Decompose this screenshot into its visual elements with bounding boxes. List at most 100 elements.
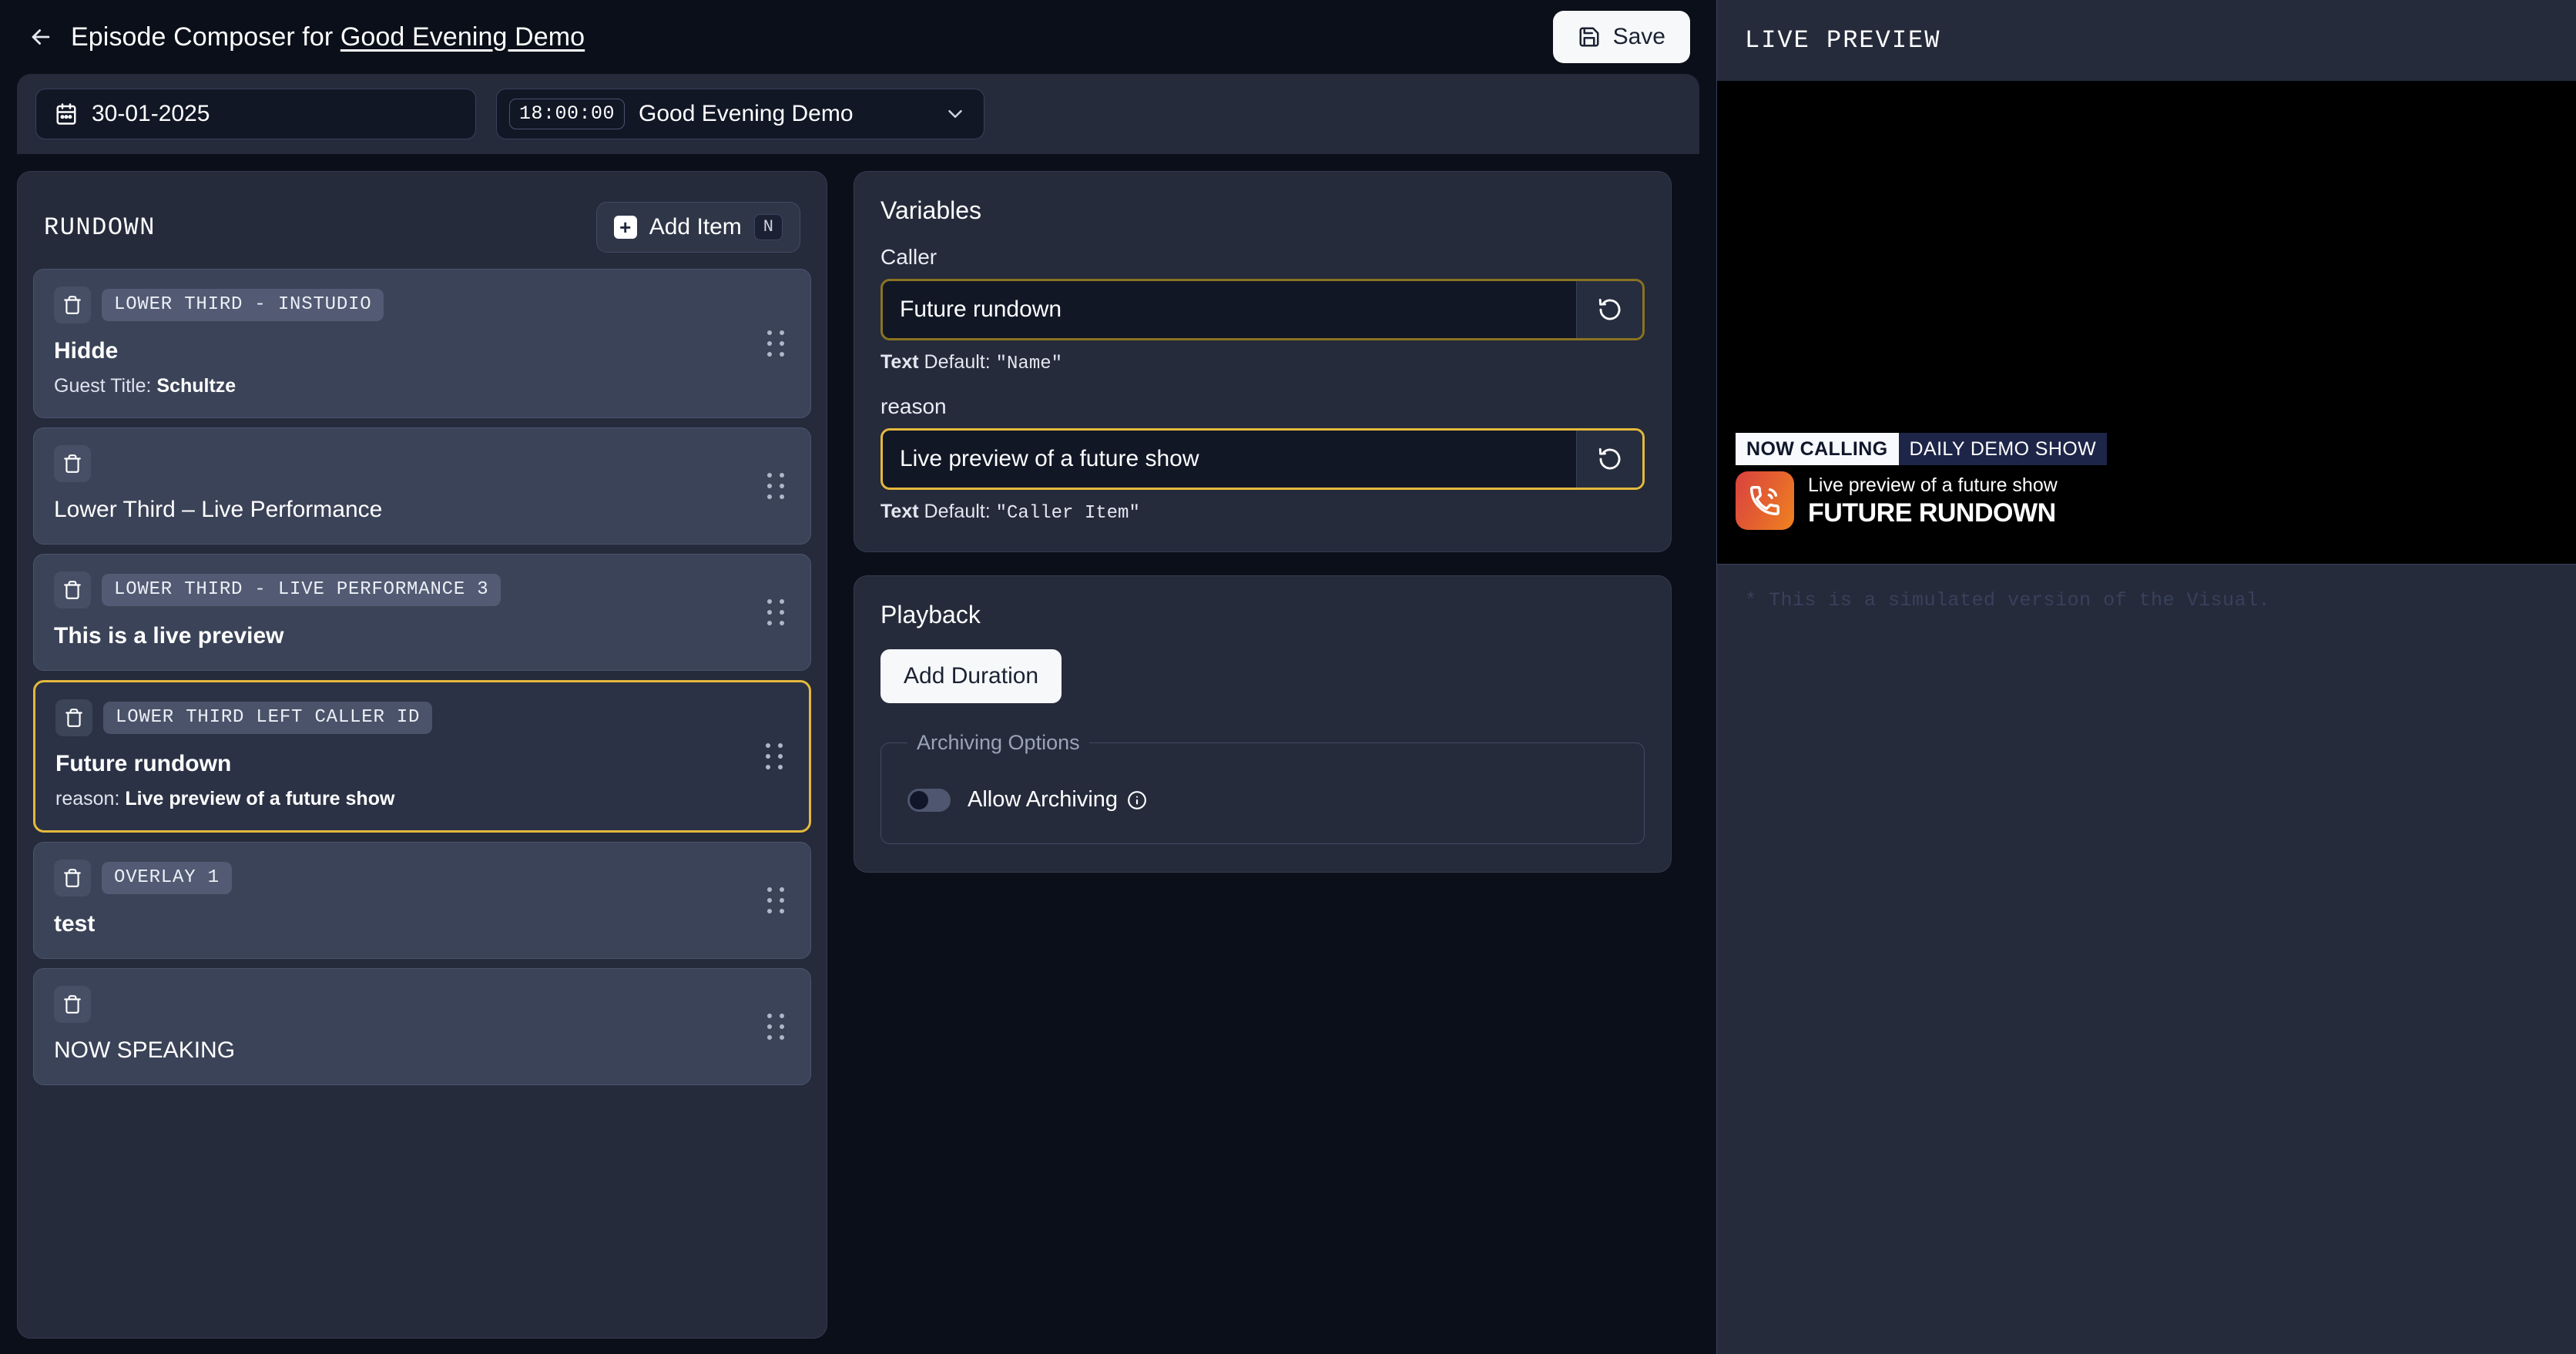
caller-id-name: FUTURE RUNDOWN [1808, 498, 2056, 528]
variable-label: Caller [880, 245, 937, 269]
variable-hint: Text Default: "Name" [880, 351, 1645, 374]
rundown-item-header [54, 445, 790, 482]
rundown-item-header [54, 986, 790, 1023]
variable-input-row [880, 279, 1645, 340]
allow-archiving-row: Allow Archiving [907, 787, 1618, 813]
add-item-shortcut-badge: N [753, 213, 783, 241]
episode-dropdown[interactable]: 18:00:00 Good Evening Demo [496, 89, 984, 139]
rundown-item-title: Lower Third – Live Performance [54, 497, 383, 522]
variable-field: reason Text Default: "Caller Item" [880, 394, 1645, 524]
allow-archiving-label-group: Allow Archiving [968, 787, 1147, 813]
archiving-options-legend: Archiving Options [917, 731, 1080, 754]
variables-fields: Caller Text Default: "Name" reason Text Def… [880, 245, 1645, 524]
rundown-item-header: OVERLAY 1 [54, 860, 790, 897]
page-title-prefix: Episode Composer for [71, 22, 340, 52]
playback-title: Playback [880, 601, 981, 628]
top-bar: Episode Composer for Good Evening Demo S… [0, 0, 1716, 74]
allow-archiving-label: Allow Archiving [968, 787, 1119, 812]
delete-item-button[interactable] [54, 287, 91, 323]
drag-handle-icon[interactable] [767, 887, 784, 913]
variable-input-row [880, 428, 1645, 490]
rundown-item-sub-value: Live preview of a future show [125, 788, 395, 809]
variable-hint-type: Text [880, 351, 919, 373]
drag-handle-icon[interactable] [767, 473, 784, 499]
main-column: Episode Composer for Good Evening Demo S… [0, 0, 1716, 1354]
reset-variable-button[interactable] [1576, 281, 1642, 338]
variables-title: Variables [880, 196, 982, 224]
rundown-item-title: This is a live preview [54, 623, 284, 649]
phone-ringing-icon [1736, 471, 1794, 530]
caller-id-graphic: NOW CALLING DAILY DEMO SHOW Live preview… [1736, 433, 2108, 530]
info-circle-icon[interactable] [1127, 790, 1147, 810]
rundown-panel: RUNDOWN + Add Item N LOWER THIRD - INSTU… [17, 171, 827, 1339]
variable-hint-default: "Caller Item" [995, 503, 1140, 524]
caller-id-text: Live preview of a future show FUTURE RUN… [1808, 474, 2058, 528]
rundown-title: RUNDOWN [44, 213, 156, 242]
variable-hint-default: "Name" [995, 354, 1063, 374]
caller-id-reason: Live preview of a future show [1808, 474, 2058, 496]
variable-hint: Text Default: "Caller Item" [880, 501, 1645, 524]
playback-card: Playback Add Duration Archiving Options … [854, 575, 1672, 873]
rundown-item-sub-value: Schultze [156, 375, 236, 397]
delete-item-button[interactable] [54, 986, 91, 1023]
calendar-icon [56, 103, 76, 125]
rundown-list: LOWER THIRD - INSTUDIO Hidde Guest Title: … [18, 256, 827, 1338]
drag-handle-icon[interactable] [767, 330, 784, 357]
drag-handle-icon[interactable] [766, 743, 783, 769]
variable-input[interactable] [883, 281, 1576, 338]
rundown-item-type-badge: OVERLAY 1 [102, 862, 232, 894]
rundown-item[interactable]: LOWER THIRD LEFT CALLER ID Future rundown… [33, 680, 811, 833]
preview-disclaimer: * This is a simulated version of the Vis… [1745, 589, 2271, 612]
rundown-item-sub-label: Guest Title: [54, 375, 157, 397]
rundown-item-type-badge: LOWER THIRD - INSTUDIO [102, 289, 384, 321]
variable-input[interactable] [883, 431, 1576, 488]
delete-item-button[interactable] [55, 699, 92, 736]
save-button-label: Save [1612, 24, 1665, 49]
rundown-item[interactable]: LOWER THIRD - LIVE PERFORMANCE 3 This is … [33, 554, 811, 671]
rundown-item-title: Hidde [54, 338, 119, 364]
add-item-label: Add Item [649, 214, 742, 240]
rundown-item-header: LOWER THIRD - LIVE PERFORMANCE 3 [54, 571, 790, 608]
save-button[interactable]: Save [1552, 11, 1690, 63]
drag-handle-icon[interactable] [767, 1014, 784, 1040]
details-column: Variables Caller Text Default: "Name" reas… [854, 171, 1672, 1354]
variable-hint-text: Default: [918, 351, 996, 373]
rundown-item-type-badge: LOWER THIRD LEFT CALLER ID [103, 702, 433, 734]
delete-item-button[interactable] [54, 571, 91, 608]
drag-handle-icon[interactable] [767, 599, 784, 625]
rundown-item-type-badge: LOWER THIRD - LIVE PERFORMANCE 3 [102, 574, 501, 606]
allow-archiving-toggle[interactable] [907, 788, 951, 812]
rundown-item-sub-label: reason: [55, 788, 126, 809]
page-title: Episode Composer for Good Evening Demo [71, 22, 585, 52]
rundown-item[interactable]: OVERLAY 1 test [33, 842, 811, 959]
date-value: 30-01-2025 [92, 101, 210, 126]
add-item-button[interactable]: + Add Item N [595, 202, 800, 253]
variable-field: Caller Text Default: "Name" [880, 245, 1645, 374]
rundown-item[interactable]: LOWER THIRD - INSTUDIO Hidde Guest Title: … [33, 269, 811, 418]
show-link[interactable]: Good Evening Demo [340, 22, 585, 52]
variables-card: Variables Caller Text Default: "Name" reas… [854, 171, 1672, 552]
add-duration-button[interactable]: Add Duration [880, 649, 1062, 703]
archiving-options-fieldset: Archiving Options Allow Archiving [880, 731, 1645, 844]
variable-label: reason [880, 394, 947, 418]
arrow-left-icon [32, 29, 50, 45]
date-picker[interactable]: 30-01-2025 [35, 89, 476, 139]
rundown-item[interactable]: Lower Third – Live Performance [33, 427, 811, 545]
delete-item-button[interactable] [54, 860, 91, 897]
preview-stage: NOW CALLING DAILY DEMO SHOW Live preview… [1717, 81, 2576, 565]
episode-composer-app: Episode Composer for Good Evening Demo S… [0, 0, 2576, 1354]
live-preview-header: LIVE PREVIEW [1717, 0, 2576, 81]
rundown-item-subtitle: Guest Title: Schultze [54, 374, 790, 397]
floppy-disk-icon [1579, 27, 1599, 47]
episode-name: Good Evening Demo [639, 101, 854, 126]
rundown-item[interactable]: NOW SPEAKING [33, 968, 811, 1085]
rundown-item-header: LOWER THIRD - INSTUDIO [54, 287, 790, 323]
back-button[interactable] [23, 19, 59, 55]
live-preview-title: LIVE PREVIEW [1745, 26, 1941, 55]
chevron-down-icon [944, 102, 967, 126]
rundown-item-subtitle: reason: Live preview of a future show [55, 787, 789, 810]
episode-selector-bar: 30-01-2025 18:00:00 Good Evening Demo [17, 74, 1699, 154]
reset-variable-button[interactable] [1576, 431, 1642, 488]
delete-item-button[interactable] [54, 445, 91, 482]
variable-hint-text: Default: [918, 501, 996, 522]
